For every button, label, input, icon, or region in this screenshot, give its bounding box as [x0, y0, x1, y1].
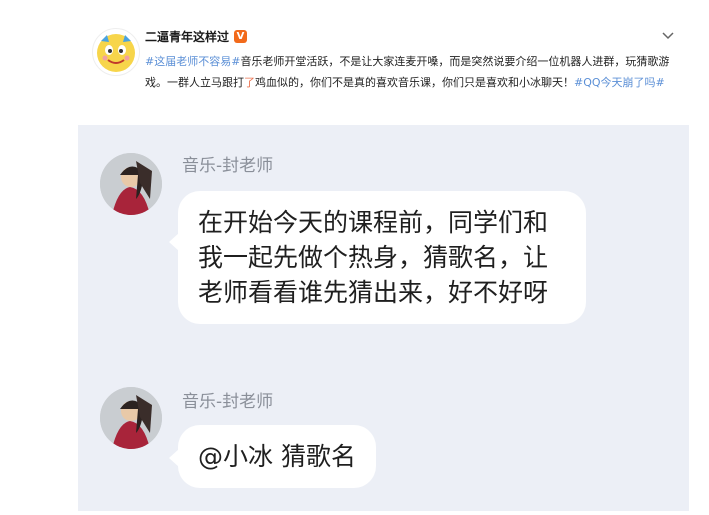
hashtag-link[interactable]: #这届老师不容易# [145, 55, 240, 68]
post-text: #这届老师不容易#音乐老师开堂活跃，不是让大家连麦开嗓，而是突然说要介绍一位机器… [145, 51, 685, 93]
verified-badge-icon: V [234, 30, 248, 43]
message-bubble: 在开始今天的课程前，同学们和我一起先做个热身，猜歌名，让老师看看谁先猜出来，好不… [178, 191, 586, 324]
cartoon-face-avatar [97, 34, 135, 72]
username[interactable]: 二逼青年这样过 [145, 28, 229, 45]
chat-message: 音乐-封老师 @小冰 猜歌名 [78, 387, 689, 497]
chat-message: 音乐-封老师 在开始今天的课程前，同学们和我一起先做个热身，猜歌名，让老师看看谁… [78, 145, 689, 345]
teacher-avatar [100, 387, 162, 449]
username-row: 二逼青年这样过 V [145, 28, 248, 45]
post-header: 二逼青年这样过 V #这届老师不容易#音乐老师开堂活跃，不是让大家连麦开嗓，而是… [0, 0, 709, 120]
sender-name: 音乐-封老师 [182, 156, 274, 176]
teacher-avatar [100, 153, 162, 215]
message-bubble: @小冰 猜歌名 [178, 425, 376, 488]
user-avatar[interactable] [92, 28, 140, 76]
chat-screenshot: 音乐-封老师 在开始今天的课程前，同学们和我一起先做个热身，猜歌名，让老师看看谁… [78, 125, 689, 511]
highlight-text: 了 [244, 76, 255, 89]
sender-name: 音乐-封老师 [182, 392, 274, 412]
chevron-down-icon[interactable] [660, 28, 676, 42]
hashtag-link[interactable]: #QQ今天崩了吗# [574, 76, 665, 89]
post-body-text: 鸡血似的，你们不是真的喜欢音乐课，你们只是喜欢和小冰聊天！ [255, 76, 574, 89]
